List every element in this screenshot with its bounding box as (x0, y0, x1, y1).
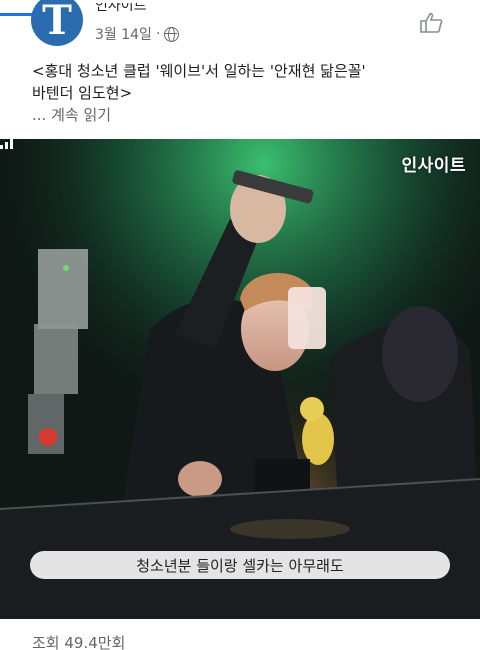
avatar-initial: T (42, 0, 72, 44)
page-avatar[interactable]: T (31, 0, 83, 46)
post-page: T 인사이트 3월 14일 · <홍대 청소년 클럽 '웨이브'서 일하는 '안… (0, 0, 480, 650)
post-caption: <홍대 청소년 클럽 '웨이브'서 일하는 '안재현 닮은꼴' 바텐더 임도현> (32, 60, 452, 104)
see-more-row: ... 계속 읽기 (32, 104, 111, 125)
caption-line-1: <홍대 청소년 클럽 '웨이브'서 일하는 '안재현 닮은꼴' (32, 62, 366, 80)
ellipsis: ... (32, 106, 47, 124)
bookmark-icon[interactable] (418, 12, 444, 34)
video-player[interactable]: 인사이트 청소년분 들이랑 셀카는 아무래도 (0, 139, 480, 619)
view-count: 조회 49.4만회 (32, 634, 126, 650)
video-subtitle: 청소년분 들이랑 셀카는 아무래도 (30, 551, 450, 579)
post-header: T 인사이트 3월 14일 · (0, 0, 480, 56)
page-name[interactable]: 인사이트 (95, 3, 147, 13)
post-date[interactable]: 3월 14일 (95, 24, 152, 44)
caption-line-2: 바텐더 임도현> (32, 84, 133, 102)
signal-bars-icon[interactable] (0, 139, 14, 149)
video-frame (0, 139, 480, 619)
video-watermark: 인사이트 (401, 156, 466, 176)
see-more-link[interactable]: 계속 읽기 (51, 106, 111, 124)
meta-separator: · (155, 26, 161, 42)
globe-icon (164, 26, 180, 42)
post-meta: 3월 14일 · (95, 24, 180, 44)
